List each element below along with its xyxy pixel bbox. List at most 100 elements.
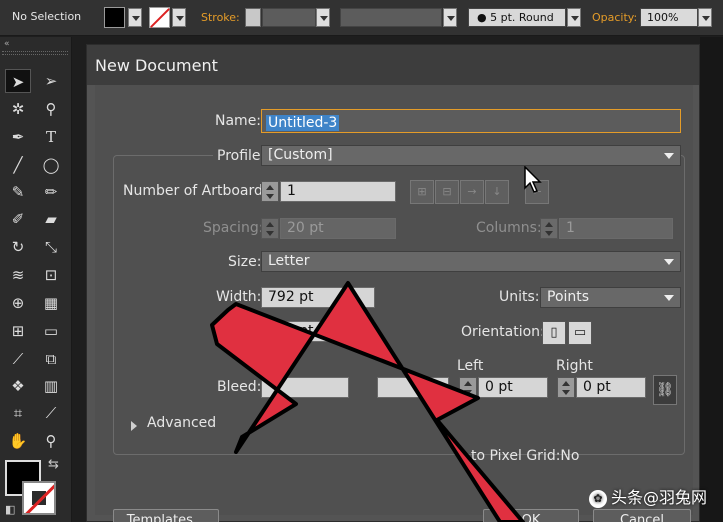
ellipse-icon[interactable]: ◯ [38, 153, 64, 177]
landscape-icon[interactable]: ▭ [568, 321, 592, 345]
chevron-right-icon[interactable] [131, 421, 137, 431]
name-input[interactable]: Untitled-3 [261, 109, 681, 133]
stroke-label: Stroke: [201, 11, 240, 24]
artboard-icon[interactable]: ⌗ [5, 401, 31, 425]
name-value: Untitled-3 [266, 115, 340, 131]
pen-icon[interactable]: ✒ [5, 125, 31, 149]
grid-by-column-icon[interactable]: ⊟ [435, 180, 459, 204]
blob-brush-icon[interactable]: ✐ [5, 207, 31, 231]
artboards-label: Number of Artboards: [123, 183, 275, 199]
cancel-button[interactable]: Cancel [593, 509, 691, 522]
selection-status: No Selection [12, 10, 82, 23]
size-label: Size: [228, 254, 262, 270]
opacity-field[interactable]: 100% [640, 8, 698, 27]
lasso-icon[interactable]: ⚲ [38, 97, 64, 121]
blend-icon[interactable]: ⧉ [38, 347, 64, 371]
profile-select[interactable]: [Custom] [261, 145, 681, 166]
stroke-dropdown[interactable] [172, 8, 186, 27]
paintbrush-icon[interactable]: ✎ [5, 180, 31, 204]
width-input[interactable]: 792 pt [261, 287, 375, 308]
panel-collapse-icon[interactable]: « [4, 39, 10, 49]
stroke-weight-stepper[interactable] [245, 8, 261, 27]
hand-icon[interactable]: ✋ [5, 429, 31, 453]
opacity-dropdown[interactable] [698, 8, 712, 27]
orientation-label: Orientation: [461, 324, 545, 340]
ok-button[interactable]: OK [483, 509, 579, 522]
bleed-right-input[interactable]: 0 pt [576, 377, 646, 398]
link-chain-icon[interactable]: ⛓ [653, 375, 677, 405]
gradient-icon[interactable]: ▭ [38, 319, 64, 343]
rotate-icon[interactable]: ↻ [5, 235, 31, 259]
columns-label: Columns: [476, 220, 542, 236]
units-value: Points [547, 289, 590, 305]
bleed-right-label: Right [556, 358, 593, 374]
stroke-weight-field[interactable] [262, 8, 316, 27]
arrange-by-row-icon[interactable]: → [460, 180, 484, 204]
shape-builder-icon[interactable]: ⊕ [5, 291, 31, 315]
height-input[interactable]: 612 pt [261, 321, 375, 342]
chevron-down-icon [664, 153, 674, 159]
bleed-left-stepper[interactable] [459, 377, 477, 398]
free-transform-icon[interactable]: ⊡ [38, 263, 64, 287]
brush-dropdown[interactable] [567, 8, 581, 27]
new-document-dialog: New Document Name: Untitled-3 Profile: [… [86, 44, 700, 522]
columns-stepper [540, 218, 558, 239]
cursor-icon [524, 166, 542, 193]
brush-value: 5 pt. Round [490, 11, 554, 24]
mesh-icon[interactable]: ⊞ [5, 319, 31, 343]
type-icon[interactable]: T [38, 125, 64, 149]
profile-value: [Custom] [268, 147, 333, 163]
paw-logo-icon: ✿ [589, 489, 607, 508]
slice-icon[interactable]: ⟋ [38, 401, 64, 425]
portrait-icon[interactable]: ▯ [542, 321, 566, 345]
brush-dot-icon: ● [477, 11, 487, 24]
opacity-label: Opacity: [592, 11, 638, 24]
watermark-text: 头条@羽兔网 [611, 488, 708, 507]
panel-grip[interactable] [2, 51, 68, 55]
perspective-grid-icon[interactable]: ▦ [38, 291, 64, 315]
direct-selection-tool-icon[interactable]: ➢ [38, 69, 64, 93]
magic-wand-icon[interactable]: ✲ [5, 97, 31, 121]
name-label: Name: [215, 113, 262, 129]
size-select[interactable]: Letter [261, 251, 681, 272]
default-colors-icon[interactable]: ◧ [5, 503, 15, 516]
chevron-down-icon [664, 295, 674, 301]
grid-by-row-icon[interactable]: ⊞ [410, 180, 434, 204]
swap-colors-icon[interactable]: ⇆ [48, 457, 59, 472]
columns-input: 1 [559, 218, 673, 239]
eyedropper-icon[interactable]: ⟋ [5, 347, 31, 371]
templates-button[interactable]: Templates... [113, 509, 219, 522]
width-label: Width: [216, 289, 262, 305]
artboards-stepper[interactable] [261, 181, 279, 202]
line-icon[interactable]: ╱ [5, 153, 31, 177]
bleed-label: Bleed: [217, 379, 262, 395]
column-graph-icon[interactable]: ▥ [38, 374, 64, 398]
dialog-title: New Document [87, 45, 699, 85]
fill-swatch[interactable] [104, 7, 125, 28]
stroke-color-box[interactable] [22, 481, 56, 515]
pixel-grid-text: to Pixel Grid:No [471, 448, 580, 464]
selection-tool-icon[interactable]: ➤ [5, 69, 31, 93]
variable-width-field[interactable] [340, 8, 442, 27]
bleed-right-stepper[interactable] [557, 377, 575, 398]
bleed-bottom-input[interactable] [377, 377, 449, 398]
warp-icon[interactable]: ≋ [5, 263, 31, 287]
size-value: Letter [268, 253, 310, 269]
advanced-label[interactable]: Advanced [147, 415, 216, 431]
symbol-sprayer-icon[interactable]: ❖ [5, 374, 31, 398]
chevron-down-icon [664, 259, 674, 265]
zoom-icon[interactable]: ⚲ [38, 429, 64, 453]
bleed-left-input[interactable]: 0 pt [478, 377, 548, 398]
artboards-input[interactable]: 1 [280, 181, 396, 202]
units-select[interactable]: Points [540, 287, 681, 308]
pencil-icon[interactable]: ✏ [38, 180, 64, 204]
scale-icon[interactable]: ⤡ [38, 235, 64, 259]
bleed-top-input[interactable] [261, 377, 349, 398]
eraser-icon[interactable]: ▰ [38, 207, 64, 231]
stroke-swatch[interactable] [149, 7, 170, 28]
arrange-by-column-icon[interactable]: ↓ [485, 180, 509, 204]
stroke-weight-dropdown[interactable] [316, 8, 330, 27]
variable-width-dropdown[interactable] [443, 8, 457, 27]
brush-field[interactable]: ● 5 pt. Round [468, 8, 566, 27]
fill-dropdown[interactable] [128, 8, 142, 27]
